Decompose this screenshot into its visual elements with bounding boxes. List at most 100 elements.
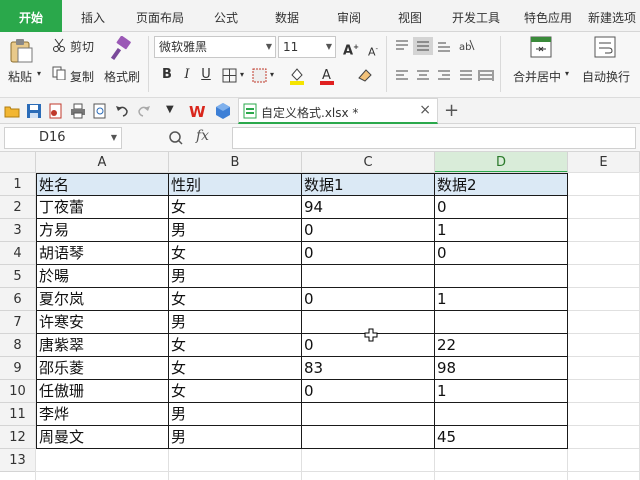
table-header-cell[interactable]: 数据2 xyxy=(435,173,568,196)
align-left-icon[interactable] xyxy=(394,69,410,83)
table-cell[interactable]: 男 xyxy=(169,426,302,449)
menu-tab[interactable]: 审阅 xyxy=(318,0,380,32)
table-cell[interactable]: 男 xyxy=(169,265,302,288)
table-cell[interactable]: 女 xyxy=(169,334,302,357)
table-cell[interactable]: 男 xyxy=(169,219,302,242)
bold-icon[interactable]: B xyxy=(158,66,176,84)
table-header-cell[interactable]: 姓名 xyxy=(36,173,169,196)
table-cell[interactable]: 0 xyxy=(302,219,435,242)
table-cell[interactable] xyxy=(302,265,435,288)
row-header[interactable]: 5 xyxy=(0,265,36,288)
paste-button[interactable]: 粘贴 xyxy=(8,68,32,85)
wps-logo-icon[interactable]: W xyxy=(188,102,206,121)
menu-tab[interactable]: 插入 xyxy=(62,0,124,32)
menu-tab[interactable]: 新建选项 xyxy=(584,0,640,32)
menu-tab[interactable]: 特色应用 xyxy=(512,0,584,32)
row-header[interactable]: 12 xyxy=(0,426,36,449)
export-pdf-icon[interactable] xyxy=(48,103,64,119)
save-icon[interactable] xyxy=(26,103,42,119)
copy-button[interactable]: 复制 xyxy=(70,68,94,85)
table-cell[interactable]: 1 xyxy=(435,380,568,403)
table-cell[interactable]: 唐紫翠 xyxy=(36,334,169,357)
row-header[interactable]: 4 xyxy=(0,242,36,265)
table-cell[interactable]: 83 xyxy=(302,357,435,380)
document-tab[interactable]: 自定义格式.xlsx * × xyxy=(238,98,438,124)
align-top-icon[interactable] xyxy=(394,39,410,53)
table-cell[interactable]: 45 xyxy=(435,426,568,449)
table-cell[interactable]: 夏尔岚 xyxy=(36,288,169,311)
name-box[interactable]: D16 ▼ xyxy=(4,127,122,149)
table-cell[interactable]: 李烨 xyxy=(36,403,169,426)
print-icon[interactable] xyxy=(70,103,86,119)
close-tab-icon[interactable]: × xyxy=(419,102,431,118)
row-header[interactable]: 10 xyxy=(0,380,36,403)
row-header[interactable]: 3 xyxy=(0,219,36,242)
menu-tab[interactable]: 公式 xyxy=(196,0,256,32)
increase-font-icon[interactable]: A+ xyxy=(342,38,360,58)
table-cell[interactable]: 任傲珊 xyxy=(36,380,169,403)
table-cell[interactable] xyxy=(302,426,435,449)
table-cell[interactable]: 方易 xyxy=(36,219,169,242)
table-cell[interactable]: 0 xyxy=(435,196,568,219)
fill-color-icon[interactable] xyxy=(288,66,306,86)
row-header[interactable]: 9 xyxy=(0,357,36,380)
menu-tab[interactable]: 开发工具 xyxy=(440,0,512,32)
column-header[interactable]: D xyxy=(435,152,568,173)
format-painter-button[interactable]: 格式刷 xyxy=(104,68,140,85)
row-header[interactable]: 7 xyxy=(0,311,36,334)
print-preview-icon[interactable] xyxy=(92,103,108,119)
spreadsheet-grid[interactable]: A B C D E 1 2 3 4 5 6 7 8 9 10 11 12 13 姓名 性别 数据1 数据2 丁夜蕾女 94 0 方… xyxy=(0,152,640,480)
justify-icon[interactable] xyxy=(478,69,494,83)
orientation-icon[interactable]: ab xyxy=(458,38,476,54)
cube-icon[interactable] xyxy=(214,102,232,120)
table-cell[interactable]: 1 xyxy=(435,219,568,242)
table-cell[interactable]: 女 xyxy=(169,288,302,311)
column-header[interactable]: B xyxy=(169,152,302,173)
border-icon[interactable] xyxy=(222,68,238,84)
redo-icon[interactable] xyxy=(136,103,152,119)
table-cell[interactable] xyxy=(302,403,435,426)
table-cell[interactable]: 胡语琴 xyxy=(36,242,169,265)
insert-function-icon[interactable]: fx xyxy=(196,128,209,144)
menu-tab[interactable]: 视图 xyxy=(380,0,440,32)
zoom-magnifier-icon[interactable] xyxy=(168,130,184,146)
menu-tab[interactable]: 数据 xyxy=(256,0,318,32)
cell-style-dropdown-icon[interactable]: ▾ xyxy=(270,70,274,79)
table-header-cell[interactable]: 数据1 xyxy=(302,173,435,196)
italic-icon[interactable]: I xyxy=(178,66,196,84)
align-bottom-icon[interactable] xyxy=(436,39,452,53)
wrap-text-button[interactable]: 自动换行 xyxy=(582,68,630,85)
table-cell[interactable]: 女 xyxy=(169,242,302,265)
table-cell[interactable]: 丁夜蕾 xyxy=(36,196,169,219)
distributed-align-icon[interactable] xyxy=(458,69,474,83)
table-cell[interactable]: 周曼文 xyxy=(36,426,169,449)
table-cell[interactable]: 邵乐菱 xyxy=(36,357,169,380)
table-cell[interactable]: 0 xyxy=(302,242,435,265)
table-cell[interactable]: 22 xyxy=(435,334,568,357)
table-cell[interactable]: 0 xyxy=(435,242,568,265)
table-cell[interactable]: 0 xyxy=(302,380,435,403)
underline-icon[interactable]: U xyxy=(197,66,215,84)
align-middle-icon[interactable] xyxy=(413,37,433,55)
decrease-font-icon[interactable]: A- xyxy=(364,40,382,59)
new-tab-icon[interactable]: + xyxy=(444,100,459,121)
clear-format-icon[interactable] xyxy=(356,66,374,84)
font-size-select[interactable]: 11 ▼ xyxy=(278,36,336,58)
table-cell[interactable]: 於暘 xyxy=(36,265,169,288)
table-header-cell[interactable]: 性别 xyxy=(169,173,302,196)
table-cell[interactable] xyxy=(435,311,568,334)
column-header[interactable]: E xyxy=(568,152,640,173)
font-color-icon[interactable]: A xyxy=(318,66,336,86)
paste-dropdown-icon[interactable]: ▾ xyxy=(37,69,41,78)
open-folder-icon[interactable] xyxy=(4,103,20,119)
formula-input[interactable] xyxy=(232,127,636,149)
table-cell[interactable]: 女 xyxy=(169,380,302,403)
row-header[interactable]: 2 xyxy=(0,196,36,219)
row-header[interactable]: 8 xyxy=(0,334,36,357)
font-name-select[interactable]: 微软雅黑 ▼ xyxy=(154,36,276,58)
customize-dropdown-icon[interactable]: ▼ xyxy=(166,104,174,115)
table-cell[interactable]: 许寒安 xyxy=(36,311,169,334)
menu-tab[interactable]: 开始 xyxy=(0,0,62,32)
paste-icon[interactable] xyxy=(8,38,34,64)
align-right-icon[interactable] xyxy=(436,69,452,83)
